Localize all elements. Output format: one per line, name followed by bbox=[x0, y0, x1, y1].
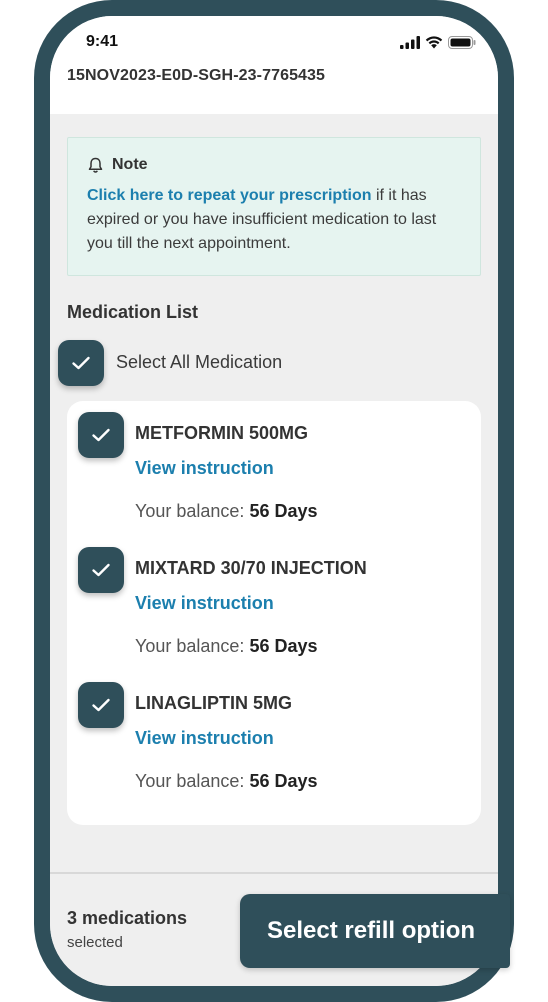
note-header: Note bbox=[87, 156, 462, 174]
medication-balance: Your balance: 56 Days bbox=[135, 771, 318, 792]
view-instruction-link[interactable]: View instruction bbox=[135, 458, 274, 479]
checkmark-icon bbox=[72, 356, 90, 370]
bell-icon bbox=[88, 157, 103, 173]
note-banner: Note Click here to repeat your prescript… bbox=[67, 137, 481, 276]
app-screen: 9:41 15NOV2023-E0D-SGH-23-7765435 Note C… bbox=[50, 16, 498, 986]
medication-checkbox[interactable] bbox=[78, 412, 124, 458]
medication-balance: Your balance: 56 Days bbox=[135, 501, 318, 522]
view-instruction-link[interactable]: View instruction bbox=[135, 593, 274, 614]
view-instruction-link[interactable]: View instruction bbox=[135, 728, 274, 749]
checkmark-icon bbox=[92, 563, 110, 577]
select-all-checkbox[interactable] bbox=[58, 340, 104, 386]
selected-count: 3 medications bbox=[67, 908, 188, 928]
medication-name: MIXTARD 30/70 INJECTION bbox=[135, 558, 367, 578]
signal-icon bbox=[400, 36, 420, 49]
medication-name: LINAGLIPTIN 5MG bbox=[135, 693, 292, 713]
note-title: Note bbox=[112, 156, 148, 173]
wifi-icon bbox=[425, 36, 443, 49]
checkmark-icon bbox=[92, 428, 110, 442]
top-bar: 9:41 15NOV2023-E0D-SGH-23-7765435 bbox=[50, 16, 498, 114]
balance-value: 56 Days bbox=[249, 771, 318, 791]
status-icons bbox=[400, 36, 476, 49]
battery-icon bbox=[448, 36, 476, 49]
balance-label: Your balance: bbox=[135, 501, 250, 521]
balance-label: Your balance: bbox=[135, 636, 250, 656]
select-all-label: Select All Medication bbox=[116, 352, 283, 372]
medication-checkbox[interactable] bbox=[78, 547, 124, 593]
medication-list-title: Medication List bbox=[67, 302, 199, 322]
balance-value: 56 Days bbox=[249, 501, 318, 521]
medication-card: METFORMIN 500MG View instruction Your ba… bbox=[67, 401, 481, 825]
checkmark-icon bbox=[92, 698, 110, 712]
medication-name: METFORMIN 500MG bbox=[135, 423, 309, 443]
selected-count-label: selected bbox=[67, 934, 123, 951]
balance-value: 56 Days bbox=[249, 636, 318, 656]
prescription-reference: 15NOV2023-E0D-SGH-23-7765435 bbox=[67, 67, 326, 84]
medication-checkbox[interactable] bbox=[78, 682, 124, 728]
balance-label: Your balance: bbox=[135, 771, 250, 791]
repeat-prescription-link[interactable]: Click here to repeat your prescription bbox=[87, 187, 372, 204]
note-text: Click here to repeat your prescription i… bbox=[87, 184, 462, 256]
select-refill-option-button[interactable]: Select refill option bbox=[240, 894, 510, 968]
medication-balance: Your balance: 56 Days bbox=[135, 636, 318, 657]
status-time: 9:41 bbox=[86, 33, 119, 50]
